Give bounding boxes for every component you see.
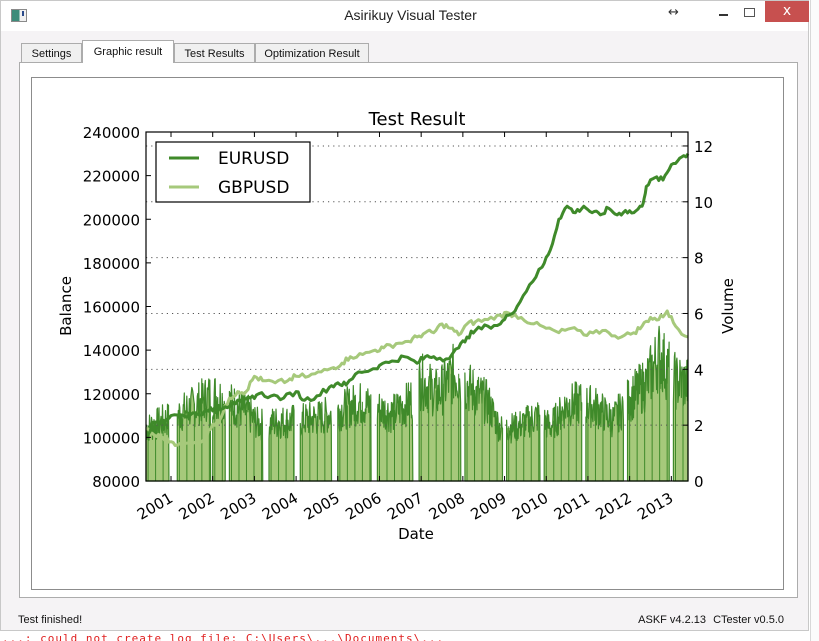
background-terminal-strip: ...: could not create log file: C:\Users…: [0, 630, 819, 641]
y2-tick-label: 2: [694, 417, 704, 435]
y-tick-label: 120000: [83, 386, 140, 404]
y2-tick-label: 8: [694, 250, 704, 268]
y2-tick-label: 10: [694, 194, 713, 212]
volume-eurusd-area: [268, 404, 295, 482]
x-tick-label: 2012: [593, 489, 635, 524]
x-tick-label: 2005: [301, 489, 343, 524]
background-edge: [810, 0, 819, 641]
y2-tick-label: 0: [694, 473, 704, 491]
legend-label-gbpusd: GBPUSD: [218, 178, 289, 198]
askf-version: ASKF v4.2.13: [638, 614, 707, 626]
x-tick-label: 2002: [176, 489, 218, 524]
y-tick-label: 80000: [92, 473, 140, 491]
y-tick-label: 160000: [83, 299, 140, 317]
y2-tick-label: 4: [694, 361, 704, 379]
x-tick-label: 2008: [426, 489, 468, 524]
version-info: ASKF v4.2.13 CTester v0.5.0: [634, 614, 784, 626]
x-tick-label: 2009: [467, 489, 509, 524]
legend: EURUSD GBPUSD: [155, 141, 311, 203]
volume-eurusd-area: [145, 403, 170, 482]
x-axis-label: Date: [398, 525, 434, 543]
x-tick-label: 2003: [217, 489, 259, 524]
volume-eurusd-area: [418, 343, 462, 482]
x-tick-label: 2007: [384, 489, 426, 524]
y-tick-label: 180000: [83, 255, 140, 273]
legend-label-eurusd: EURUSD: [218, 149, 289, 169]
volume-eurusd-area: [376, 382, 414, 482]
volume-eurusd-area: [299, 396, 333, 482]
x-tick-label: 2013: [634, 489, 676, 524]
chart: 2001 2002 2003 2004 2005 2006 2007 2008 2009 2010…: [57, 109, 737, 543]
y2-tick-label: 6: [694, 305, 704, 323]
chart-title: Test Result: [368, 109, 466, 130]
y2-tick-label: 12: [694, 138, 713, 156]
y-tick-label: 200000: [83, 211, 140, 229]
x-tick-label: 2006: [342, 489, 384, 524]
y2-axis-label: Volume: [719, 278, 737, 334]
y-tick-label: 140000: [83, 342, 140, 360]
x-tick-label: 2011: [551, 489, 593, 524]
tab-graphic-result[interactable]: Graphic result: [82, 40, 174, 63]
ctester-version: CTester v0.5.0: [713, 614, 784, 626]
volume-eurusd-area: [626, 325, 670, 482]
background-terminal-text: ...: could not create log file: C:\Users…: [2, 632, 445, 641]
x-tick-label: 2010: [509, 489, 551, 524]
app-window: Asirikuy Visual Tester ↔ x Settings Grap…: [0, 0, 809, 631]
y-tick-label: 220000: [83, 168, 140, 186]
x-tick-label: 2001: [134, 489, 176, 524]
status-message: Test finished!: [18, 614, 83, 626]
y-tick-label: 240000: [83, 124, 140, 142]
x-tick-label: 2004: [259, 489, 301, 524]
y-axis-label: Balance: [57, 276, 75, 336]
y-tick-label: 100000: [83, 429, 140, 447]
